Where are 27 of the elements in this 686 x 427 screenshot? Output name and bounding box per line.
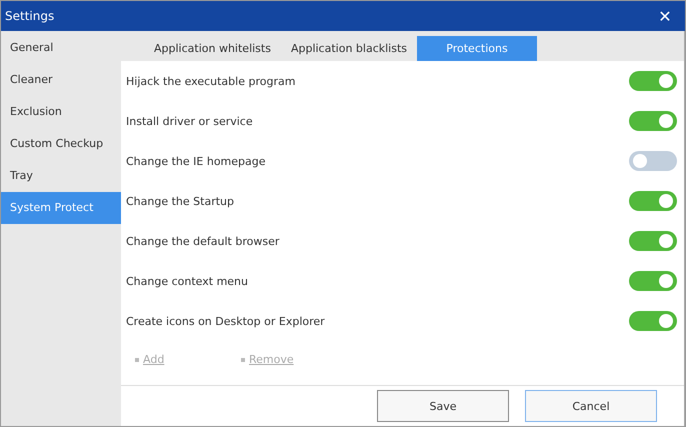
dialog-button[interactable]: Save <box>377 390 509 422</box>
toggle-switch[interactable] <box>629 231 677 251</box>
toggle-switch[interactable] <box>629 71 677 91</box>
bullet-icon <box>135 358 139 362</box>
toggle-switch[interactable] <box>629 191 677 211</box>
toggle-switch[interactable] <box>629 151 677 171</box>
tab[interactable]: Application whitelists <box>144 36 281 61</box>
sidebar-item[interactable]: Exclusion <box>1 96 121 128</box>
toggle-switch[interactable] <box>629 111 677 131</box>
sidebar-item[interactable]: General <box>1 32 121 64</box>
protection-label: Install driver or service <box>126 114 253 128</box>
window-title: Settings <box>5 9 54 23</box>
protection-label: Change the IE homepage <box>126 154 266 168</box>
close-button[interactable]: ✕ <box>645 1 685 31</box>
bullet-icon <box>241 358 245 362</box>
dialog-button[interactable]: Cancel <box>525 390 657 422</box>
sidebar-item[interactable]: Custom Checkup <box>1 128 121 160</box>
protection-label: Create icons on Desktop or Explorer <box>126 314 325 328</box>
sidebar-item[interactable]: Tray <box>1 160 121 192</box>
protection-label: Hijack the executable program <box>126 74 296 88</box>
sidebar-item[interactable]: Cleaner <box>1 64 121 96</box>
toggle-switch[interactable] <box>629 271 677 291</box>
protection-label: Change the default browser <box>126 234 280 248</box>
protection-label: Change context menu <box>126 274 248 288</box>
protection-label: Change the Startup <box>126 194 234 208</box>
toggle-switch[interactable] <box>629 311 677 331</box>
tab[interactable]: Application blacklists <box>280 36 417 61</box>
